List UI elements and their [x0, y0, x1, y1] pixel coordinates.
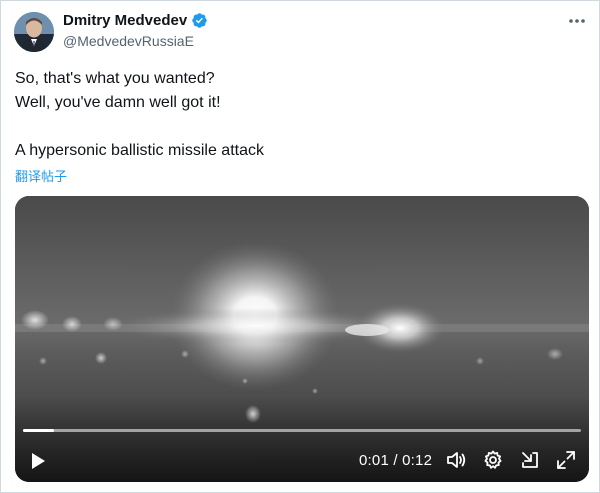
popout-icon[interactable] — [519, 449, 541, 471]
settings-gear-icon[interactable] — [482, 449, 504, 471]
tweet-line: A hypersonic ballistic missile attack — [15, 142, 264, 159]
video-time-display: 0:01 / 0:12 — [359, 452, 432, 469]
more-options-icon[interactable] — [567, 15, 587, 27]
tweet-line: So, that's what you wanted? — [15, 70, 215, 87]
translate-post-link[interactable]: 翻译帖子 — [15, 166, 67, 185]
author-display-name[interactable]: Dmitry Medvedev — [63, 12, 187, 29]
volume-icon[interactable] — [445, 449, 467, 471]
video-duration: 0:12 — [402, 452, 433, 469]
profile-avatar[interactable] — [14, 12, 54, 52]
author-name-row: Dmitry Medvedev — [63, 12, 208, 29]
tweet-card: Dmitry Medvedev @MedvedevRussiaE So, tha… — [0, 0, 600, 493]
fullscreen-icon[interactable] — [555, 449, 577, 471]
video-progress-bar[interactable] — [23, 429, 581, 432]
video-frame — [15, 196, 589, 482]
video-progress-fill — [23, 429, 54, 432]
author-handle[interactable]: @MedvedevRussiaE — [63, 33, 194, 49]
video-current-time: 0:01 — [359, 452, 389, 469]
verified-badge-icon — [191, 12, 208, 29]
tweet-line: Well, you've damn well got it! — [15, 94, 221, 111]
video-player[interactable]: 0:01 / 0:12 — [15, 196, 589, 482]
video-time-separator: / — [393, 452, 398, 469]
tweet-text: So, that's what you wanted? Well, you've… — [15, 67, 575, 163]
play-icon[interactable] — [27, 450, 49, 472]
